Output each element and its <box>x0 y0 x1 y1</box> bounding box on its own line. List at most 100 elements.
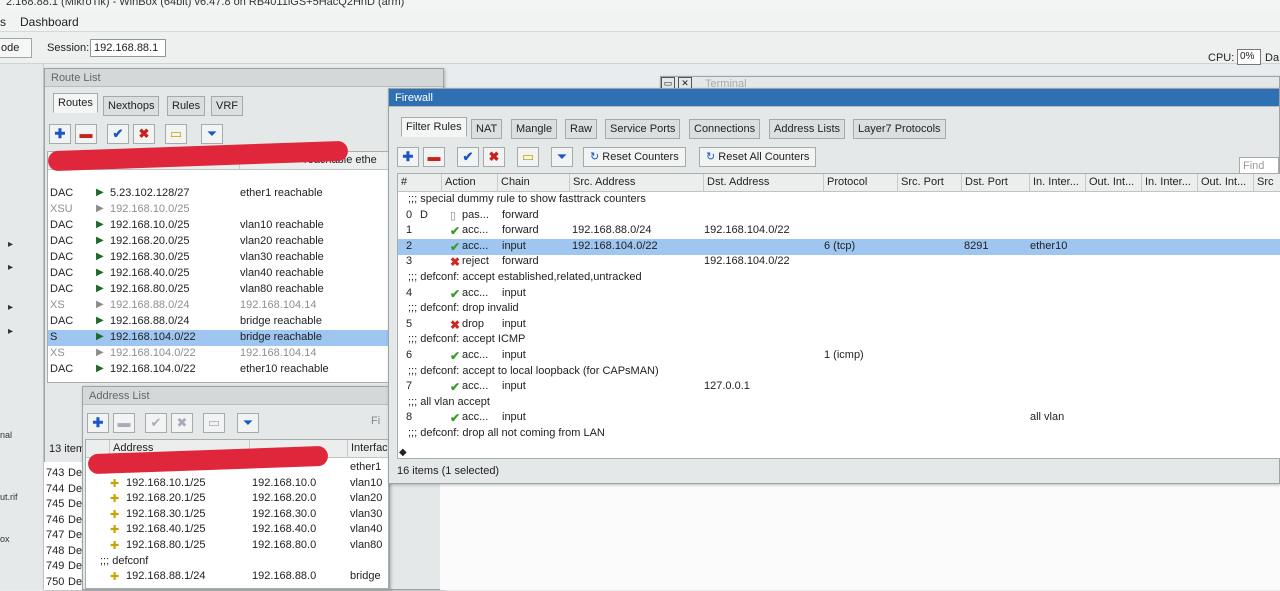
tab-vrf[interactable]: VRF <box>211 96 243 116</box>
reset-all-counters-button[interactable]: ↻ Reset All Counters <box>699 147 817 167</box>
route-row[interactable]: XS ▶ 192.168.104.0/22 192.168.104.14 <box>48 346 442 362</box>
log-row[interactable]: 749 De <box>44 559 83 575</box>
filter-icon[interactable]: ⏷ <box>551 147 573 167</box>
route-row[interactable]: DAC ▶ 192.168.88.0/24 bridge reachable <box>48 314 442 330</box>
firewall-column-header[interactable]: Protocol <box>824 174 898 192</box>
remove-address-button[interactable]: ▬ <box>113 413 135 433</box>
tab-service-ports[interactable]: Service Ports <box>605 119 681 139</box>
log-row[interactable]: 743 De <box>44 466 83 482</box>
log-row[interactable]: 744 De <box>44 482 83 498</box>
menu-item-dashboard[interactable]: Dashboard <box>20 15 79 29</box>
session-input[interactable]: 192.168.88.1 <box>90 39 166 57</box>
firewall-column-header[interactable]: # <box>398 174 442 192</box>
firewall-column-header[interactable]: In. Inter... <box>1142 174 1198 192</box>
route-row[interactable]: XS ▶ 192.168.88.0/24 192.168.104.14 <box>48 298 442 314</box>
route-row[interactable]: XSU ▶ 192.168.10.0/25 <box>48 202 442 218</box>
firewall-rule-row[interactable]: 2 ✔ acc... input 192.168.104.0/22 6 (tcp) 8291… <box>398 238 1280 255</box>
log-row[interactable]: 746 De <box>44 513 83 529</box>
route-row[interactable]: DAC ▶ 192.168.40.0/25 vlan40 reachable <box>48 266 442 282</box>
firewall-rule-row[interactable]: 8 ✔ acc... input all vlan <box>398 410 1280 426</box>
filter-icon[interactable]: ⏷ <box>201 124 223 144</box>
disable-rule-button[interactable]: ✖ <box>483 147 505 167</box>
address-comment-row[interactable]: ;;; defconf <box>86 554 388 570</box>
firewall-comment-row[interactable]: ;;; special dummy rule to show fasttrack… <box>398 192 1280 208</box>
address-interface: ether1 <box>350 461 382 473</box>
tab-routes[interactable]: Routes <box>53 93 98 113</box>
route-row[interactable]: DAC ▶ 192.168.104.0/22 ether10 reachable <box>48 362 442 378</box>
tab-nat[interactable]: NAT <box>471 119 503 139</box>
comment-route-button[interactable]: ▭ <box>165 124 187 144</box>
enable-rule-button[interactable]: ✔ <box>457 147 479 167</box>
address-row[interactable]: ✚ 192.168.88.1/24 192.168.88.0 bridge <box>86 569 388 585</box>
add-rule-button[interactable]: ✚ <box>397 147 419 167</box>
address-row[interactable]: ✚ 192.168.30.1/25 192.168.30.0 vlan30 <box>86 507 388 523</box>
route-row[interactable]: DAC ▶ 192.168.30.0/25 vlan30 reachable <box>48 250 442 266</box>
firewall-column-header[interactable]: Src. Address <box>570 174 704 192</box>
firewall-rule-row[interactable]: 1 ✔ acc... forward 192.168.88.0/24 192.168.10… <box>398 223 1280 239</box>
firewall-column-header[interactable]: Out. Int... <box>1086 174 1142 192</box>
firewall-comment-row[interactable]: ;;; defconf: drop invalid <box>398 301 1280 317</box>
reset-counters-button[interactable]: ↻ Reset Counters <box>583 147 686 167</box>
side-menu-item[interactable]: ox <box>0 534 10 544</box>
firewall-column-header[interactable]: Dst. Address <box>704 174 824 192</box>
address-row[interactable]: ✚ 192.168.40.1/25 192.168.40.0 vlan40 <box>86 522 388 538</box>
address-value: 192.168.30.1/25 <box>126 507 206 520</box>
menu-item-s[interactable]: s <box>0 15 6 29</box>
firewall-column-header[interactable]: Out. Int... <box>1198 174 1254 192</box>
tab-raw[interactable]: Raw <box>565 119 598 139</box>
address-row[interactable]: ✚ 192.168.80.1/25 192.168.80.0 vlan80 <box>86 538 388 554</box>
remove-rule-button[interactable]: ▬ <box>423 147 445 167</box>
filter-icon[interactable]: ⏷ <box>237 413 259 433</box>
route-row[interactable]: DAC ▶ 5.23.102.128/27 ether1 reachable <box>48 186 442 202</box>
tab-nexthops[interactable]: Nexthops <box>103 96 160 116</box>
log-row[interactable]: 745 De <box>44 497 83 513</box>
add-address-button[interactable]: ✚ <box>87 413 109 433</box>
comment-rule-button[interactable]: ▭ <box>517 147 539 167</box>
side-menu-item[interactable]: ut.rif <box>0 492 18 502</box>
route-row[interactable]: S ▶ 192.168.104.0/22 bridge reachable <box>48 330 442 346</box>
firewall-column-header[interactable]: Dst. Port <box>962 174 1030 192</box>
address-row[interactable]: ✚ 192.168.10.1/25 192.168.10.0 vlan10 <box>86 476 388 492</box>
tab-address-lists[interactable]: Address Lists <box>769 119 846 139</box>
firewall-rule-row[interactable]: 7 ✔ acc... input 127.0.0.1 <box>398 379 1280 395</box>
tab-connections[interactable]: Connections <box>689 119 761 139</box>
enable-route-button[interactable]: ✔ <box>107 124 129 144</box>
add-route-button[interactable]: ✚ <box>49 124 71 144</box>
address-row[interactable]: ✚ 192.168.20.1/25 192.168.20.0 vlan20 <box>86 491 388 507</box>
remove-route-button[interactable]: ▬ <box>75 124 97 144</box>
firewall-rule-row[interactable]: 5 ✖ drop input <box>398 317 1280 333</box>
firewall-rule-row[interactable]: 4 ✔ acc... input <box>398 286 1280 302</box>
firewall-rule-row[interactable]: 6 ✔ acc... input 1 (icmp) <box>398 348 1280 364</box>
firewall-comment-row[interactable]: ;;; defconf: accept ICMP <box>398 332 1280 348</box>
tab-rules[interactable]: Rules <box>167 96 206 116</box>
log-row[interactable]: 750 De <box>44 575 83 591</box>
log-row[interactable]: 748 De <box>44 544 83 560</box>
route-row[interactable]: DAC ▶ 192.168.20.0/25 vlan20 reachable <box>48 234 442 250</box>
firewall-column-header[interactable]: Chain <box>498 174 570 192</box>
firewall-comment-row[interactable]: ;;; all vlan accept <box>398 395 1280 411</box>
firewall-comment-row[interactable]: ;;; defconf: drop all not coming from LA… <box>398 426 1280 442</box>
firewall-column-header[interactable]: Src <box>1254 174 1280 192</box>
firewall-comment-row[interactable]: ;;; defconf: accept to local loopback (f… <box>398 364 1280 380</box>
scroll-left-icon[interactable]: ◆ <box>399 447 407 458</box>
route-row[interactable]: DAC ▶ 192.168.10.0/25 vlan10 reachable <box>48 218 442 234</box>
disable-route-button[interactable]: ✖ <box>133 124 155 144</box>
firewall-rule-row[interactable]: 3 ✖ reject forward 192.168.104.0/22 <box>398 254 1280 270</box>
side-menu-item[interactable]: nal <box>0 430 12 440</box>
enable-address-button[interactable]: ✔ <box>145 413 167 433</box>
firewall-rule-row[interactable]: 0 D ▯ pas... forward <box>398 208 1280 224</box>
comment-address-button[interactable]: ▭ <box>203 413 225 433</box>
firewall-column-header[interactable]: In. Inter... <box>1030 174 1086 192</box>
address-col-interface[interactable]: Interfac <box>348 440 388 458</box>
tab-layer7-protocols[interactable]: Layer7 Protocols <box>853 119 946 139</box>
route-row[interactable]: DAC ▶ 192.168.80.0/25 vlan80 reachable <box>48 282 442 298</box>
address-find-field[interactable]: Fi <box>371 415 380 427</box>
log-row[interactable]: 747 De <box>44 528 83 544</box>
tab-mangle[interactable]: Mangle <box>511 119 558 139</box>
disable-address-button[interactable]: ✖ <box>171 413 193 433</box>
tab-filter-rules[interactable]: Filter Rules <box>401 117 467 137</box>
safe-mode-button[interactable]: ode <box>0 38 32 58</box>
firewall-column-header[interactable]: Src. Port <box>898 174 962 192</box>
firewall-column-header[interactable]: Action <box>442 174 498 192</box>
firewall-comment-row[interactable]: ;;; defconf: accept established,related,… <box>398 270 1280 286</box>
